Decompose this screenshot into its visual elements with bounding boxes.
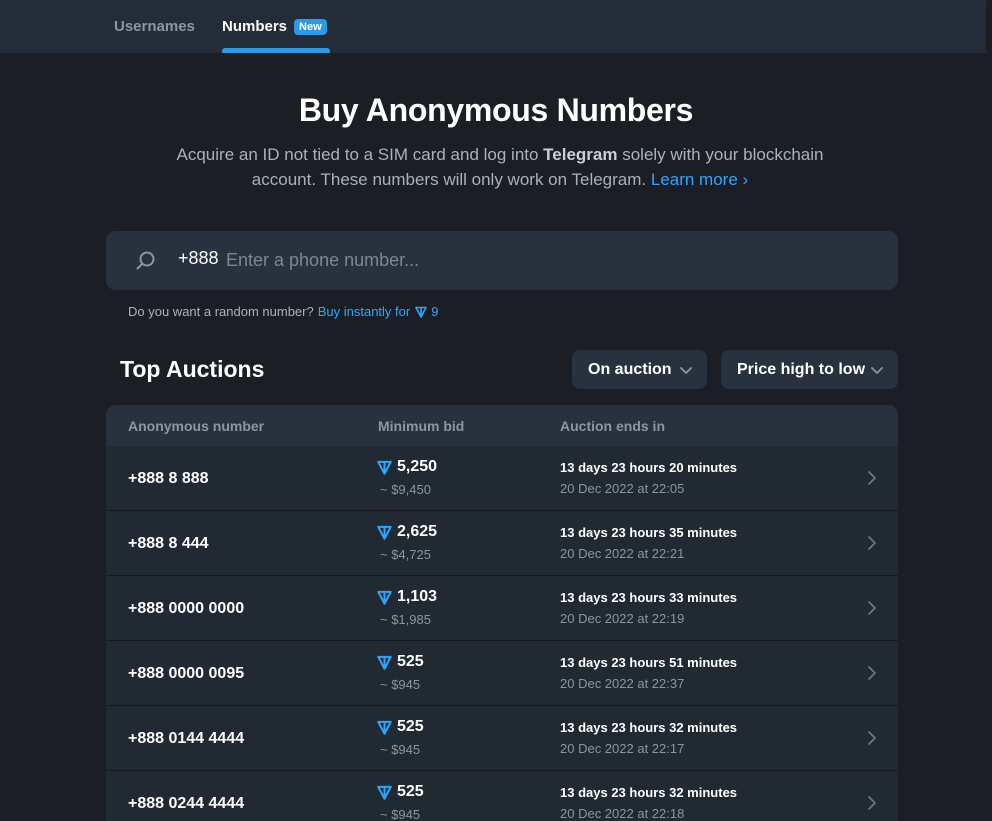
table-row[interactable]: +888 8 888 5,250 ~ $9,450 13 days 23 hou… <box>106 446 898 511</box>
table-body: +888 8 888 5,250 ~ $9,450 13 days 23 hou… <box>106 446 898 821</box>
top-auctions-title: Top Auctions <box>120 356 265 382</box>
chevron-right-icon <box>868 731 876 745</box>
tab-numbers-label: Numbers <box>222 18 288 35</box>
random-number-offer: Do you want a random number? Buy instant… <box>128 304 438 319</box>
sort-dropdown[interactable]: Price high to low <box>721 350 898 389</box>
column-header-number[interactable]: Anonymous number <box>128 418 264 434</box>
chevron-down-icon <box>680 366 692 374</box>
topbar-edge <box>986 0 992 53</box>
bid-usd-value: ~ $945 <box>380 807 421 821</box>
buy-instantly-price: 9 <box>431 304 439 319</box>
bid-value: 2,625 <box>397 523 438 540</box>
column-header-bid[interactable]: Minimum bid <box>378 418 464 434</box>
status-filter-label: On auction <box>588 360 672 378</box>
search-bar: +888 <box>106 231 898 290</box>
bid-value: 525 <box>397 718 424 735</box>
status-filter-dropdown[interactable]: On auction <box>572 350 707 389</box>
bid-value: 525 <box>397 653 424 670</box>
ton-icon <box>377 590 392 605</box>
ton-icon <box>377 655 392 670</box>
anonymous-number: +888 8 888 <box>128 470 209 487</box>
auction-ends-in: 13 days 23 hours 51 minutes <box>560 655 738 670</box>
auctions-table: Anonymous number Minimum bid Auction end… <box>106 405 898 821</box>
new-badge: New <box>294 18 327 35</box>
bid-usd-value: ~ $945 <box>380 677 421 692</box>
minimum-bid: 525 <box>377 653 424 671</box>
ton-icon <box>377 720 392 735</box>
page-title: Buy Anonymous Numbers <box>298 92 694 128</box>
table-row[interactable]: +888 8 444 2,625 ~ $4,725 13 days 23 hou… <box>106 511 898 576</box>
active-tab-indicator <box>222 48 330 53</box>
chevron-right-icon <box>868 536 876 550</box>
chevron-down-icon <box>871 366 883 374</box>
tab-usernames[interactable]: Usernames <box>114 0 195 53</box>
phone-number-input[interactable] <box>226 244 876 276</box>
buy-instantly-label: Buy instantly for <box>317 304 411 319</box>
auction-end-date: 20 Dec 2022 at 22:18 <box>560 806 685 821</box>
search-icon <box>134 249 158 273</box>
random-number-question: Do you want a random number? <box>128 304 314 319</box>
anonymous-number: +888 0000 0000 <box>128 600 245 617</box>
table-row[interactable]: +888 0244 4444 525 ~ $945 13 days 23 hou… <box>106 771 898 821</box>
auction-ends-in: 13 days 23 hours 35 minutes <box>560 525 738 540</box>
bid-usd-value: ~ $9,450 <box>380 482 431 497</box>
auction-ends-in: 13 days 23 hours 32 minutes <box>560 720 738 735</box>
minimum-bid: 1,103 <box>377 588 437 606</box>
anonymous-number: +888 0244 4444 <box>128 795 245 812</box>
chevron-right-icon <box>868 471 876 485</box>
ton-icon <box>415 306 428 318</box>
top-nav-bar: Usernames Numbers New <box>0 0 992 53</box>
bid-value: 1,103 <box>397 588 438 605</box>
anonymous-number: +888 0144 4444 <box>128 730 245 747</box>
bid-value: 5,250 <box>397 458 438 475</box>
chevron-right-icon <box>868 796 876 810</box>
ton-icon <box>377 525 392 540</box>
description-text-1: Acquire an ID not tied to a SIM card and… <box>176 145 544 164</box>
tab-numbers[interactable]: Numbers New <box>222 0 330 53</box>
description-bold-telegram: Telegram <box>543 145 618 164</box>
table-header: Anonymous number Minimum bid Auction end… <box>106 405 898 446</box>
sort-label: Price high to low <box>737 360 866 378</box>
chevron-right-icon <box>868 601 876 615</box>
learn-more-link[interactable]: Learn more › <box>651 170 748 189</box>
ton-icon <box>377 460 392 475</box>
ton-icon <box>377 785 392 800</box>
auction-end-date: 20 Dec 2022 at 22:21 <box>560 546 685 561</box>
auction-end-date: 20 Dec 2022 at 22:17 <box>560 741 685 756</box>
auction-end-date: 20 Dec 2022 at 22:37 <box>560 676 685 691</box>
auction-end-date: 20 Dec 2022 at 22:19 <box>560 611 685 626</box>
phone-prefix: +888 <box>178 248 219 268</box>
minimum-bid: 525 <box>377 783 424 801</box>
bid-usd-value: ~ $945 <box>380 742 421 757</box>
buy-instantly-link[interactable]: Buy instantly for 9 <box>318 304 439 319</box>
anonymous-number: +888 0000 0095 <box>128 665 245 682</box>
auction-end-date: 20 Dec 2022 at 22:05 <box>560 481 685 496</box>
minimum-bid: 5,250 <box>377 458 437 476</box>
bid-usd-value: ~ $4,725 <box>380 547 431 562</box>
auction-ends-in: 13 days 23 hours 20 minutes <box>560 460 738 475</box>
bid-usd-value: ~ $1,985 <box>380 612 431 627</box>
auction-ends-in: 13 days 23 hours 32 minutes <box>560 785 738 800</box>
table-row[interactable]: +888 0000 0000 1,103 ~ $1,985 13 days 23… <box>106 576 898 641</box>
minimum-bid: 2,625 <box>377 523 437 541</box>
table-row[interactable]: +888 0000 0095 525 ~ $945 13 days 23 hou… <box>106 641 898 706</box>
auction-ends-in: 13 days 23 hours 33 minutes <box>560 590 738 605</box>
page-description: Acquire an ID not tied to a SIM card and… <box>160 142 840 192</box>
minimum-bid: 525 <box>377 718 424 736</box>
column-header-ends[interactable]: Auction ends in <box>560 418 665 434</box>
chevron-right-icon <box>868 666 876 680</box>
tab-usernames-label: Usernames <box>114 18 195 35</box>
table-row[interactable]: +888 0144 4444 525 ~ $945 13 days 23 hou… <box>106 706 898 771</box>
bid-value: 525 <box>397 783 424 800</box>
anonymous-number: +888 8 444 <box>128 535 209 552</box>
